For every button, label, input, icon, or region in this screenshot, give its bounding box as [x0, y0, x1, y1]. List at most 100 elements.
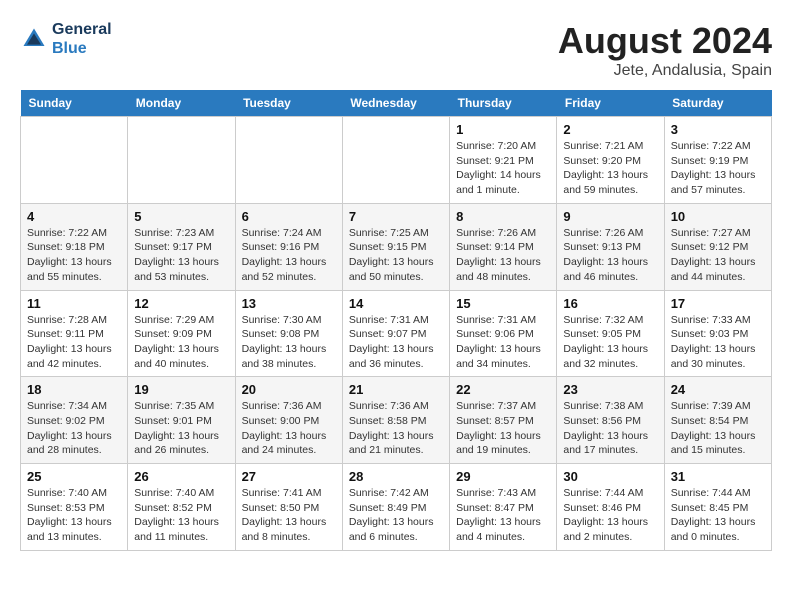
day-number: 25: [27, 469, 121, 484]
day-number: 20: [242, 382, 336, 397]
day-number: 3: [671, 122, 765, 137]
day-details: Sunrise: 7:44 AMSunset: 8:45 PMDaylight:…: [671, 486, 765, 545]
day-details: Sunrise: 7:22 AMSunset: 9:19 PMDaylight:…: [671, 139, 765, 198]
calendar-cell: 19 Sunrise: 7:35 AMSunset: 9:01 PMDayligh…: [128, 377, 235, 464]
day-number: 5: [134, 209, 228, 224]
day-number: 4: [27, 209, 121, 224]
day-details: Sunrise: 7:41 AMSunset: 8:50 PMDaylight:…: [242, 486, 336, 545]
logo-text: General Blue: [52, 20, 112, 58]
day-details: Sunrise: 7:31 AMSunset: 9:06 PMDaylight:…: [456, 313, 550, 372]
calendar-cell: [128, 117, 235, 204]
calendar-cell: 16 Sunrise: 7:32 AMSunset: 9:05 PMDayligh…: [557, 290, 664, 377]
calendar-cell: 9Sunrise: 7:26 AMSunset: 9:13 PMDaylight…: [557, 203, 664, 290]
calendar-cell: 26 Sunrise: 7:40 AMSunset: 8:52 PMDayligh…: [128, 464, 235, 551]
calendar-cell: 8 Sunrise: 7:26 AMSunset: 9:14 PMDaylight…: [450, 203, 557, 290]
day-details: Sunrise: 7:33 AMSunset: 9:03 PMDaylight:…: [671, 313, 765, 372]
day-details: Sunrise: 7:22 AMSunset: 9:18 PMDaylight:…: [27, 226, 121, 285]
day-number: 11: [27, 296, 121, 311]
day-number: 29: [456, 469, 550, 484]
calendar-cell: 14 Sunrise: 7:31 AMSunset: 9:07 PMDayligh…: [342, 290, 449, 377]
day-number: 15: [456, 296, 550, 311]
day-details: Sunrise: 7:38 AMSunset: 8:56 PMDaylight:…: [563, 399, 657, 458]
day-number: 28: [349, 469, 443, 484]
calendar-cell: 31Sunrise: 7:44 AMSunset: 8:45 PMDayligh…: [664, 464, 771, 551]
day-number: 7: [349, 209, 443, 224]
day-number: 13: [242, 296, 336, 311]
calendar-cell: 28 Sunrise: 7:42 AMSunset: 8:49 PMDayligh…: [342, 464, 449, 551]
calendar-cell: 12 Sunrise: 7:29 AMSunset: 9:09 PMDayligh…: [128, 290, 235, 377]
day-details: Sunrise: 7:23 AMSunset: 9:17 PMDaylight:…: [134, 226, 228, 285]
day-number: 6: [242, 209, 336, 224]
day-details: Sunrise: 7:27 AMSunset: 9:12 PMDaylight:…: [671, 226, 765, 285]
day-number: 8: [456, 209, 550, 224]
day-details: Sunrise: 7:43 AMSunset: 8:47 PMDaylight:…: [456, 486, 550, 545]
day-details: Sunrise: 7:40 AMSunset: 8:52 PMDaylight:…: [134, 486, 228, 545]
week-row-1: 1Sunrise: 7:20 AMSunset: 9:21 PMDaylight…: [21, 117, 772, 204]
calendar-cell: 25 Sunrise: 7:40 AMSunset: 8:53 PMDayligh…: [21, 464, 128, 551]
col-friday: Friday: [557, 90, 664, 117]
day-number: 27: [242, 469, 336, 484]
day-number: 26: [134, 469, 228, 484]
calendar-cell: 23 Sunrise: 7:38 AMSunset: 8:56 PMDayligh…: [557, 377, 664, 464]
day-number: 19: [134, 382, 228, 397]
calendar-cell: 30Sunrise: 7:44 AMSunset: 8:46 PMDayligh…: [557, 464, 664, 551]
day-number: 9: [563, 209, 657, 224]
header-row: Sunday Monday Tuesday Wednesday Thursday…: [21, 90, 772, 117]
day-details: Sunrise: 7:25 AMSunset: 9:15 PMDaylight:…: [349, 226, 443, 285]
calendar-title: August 2024: [558, 20, 772, 62]
week-row-4: 18 Sunrise: 7:34 AMSunset: 9:02 PMDayligh…: [21, 377, 772, 464]
calendar-cell: 27 Sunrise: 7:41 AMSunset: 8:50 PMDayligh…: [235, 464, 342, 551]
col-sunday: Sunday: [21, 90, 128, 117]
calendar-cell: 29 Sunrise: 7:43 AMSunset: 8:47 PMDayligh…: [450, 464, 557, 551]
day-details: Sunrise: 7:42 AMSunset: 8:49 PMDaylight:…: [349, 486, 443, 545]
col-wednesday: Wednesday: [342, 90, 449, 117]
week-row-2: 4 Sunrise: 7:22 AMSunset: 9:18 PMDaylight…: [21, 203, 772, 290]
calendar-cell: 22Sunrise: 7:37 AMSunset: 8:57 PMDayligh…: [450, 377, 557, 464]
day-details: Sunrise: 7:40 AMSunset: 8:53 PMDaylight:…: [27, 486, 121, 545]
day-number: 2: [563, 122, 657, 137]
day-number: 10: [671, 209, 765, 224]
calendar-cell: 24Sunrise: 7:39 AMSunset: 8:54 PMDayligh…: [664, 377, 771, 464]
calendar-cell: [235, 117, 342, 204]
calendar-cell: 5 Sunrise: 7:23 AMSunset: 9:17 PMDaylight…: [128, 203, 235, 290]
calendar-cell: 7 Sunrise: 7:25 AMSunset: 9:15 PMDaylight…: [342, 203, 449, 290]
title-area: August 2024 Jete, Andalusia, Spain: [558, 20, 772, 80]
day-details: Sunrise: 7:21 AMSunset: 9:20 PMDaylight:…: [563, 139, 657, 198]
day-details: Sunrise: 7:29 AMSunset: 9:09 PMDaylight:…: [134, 313, 228, 372]
col-monday: Monday: [128, 90, 235, 117]
day-details: Sunrise: 7:31 AMSunset: 9:07 PMDaylight:…: [349, 313, 443, 372]
day-number: 14: [349, 296, 443, 311]
day-number: 12: [134, 296, 228, 311]
calendar-cell: 18 Sunrise: 7:34 AMSunset: 9:02 PMDayligh…: [21, 377, 128, 464]
calendar-cell: 13 Sunrise: 7:30 AMSunset: 9:08 PMDayligh…: [235, 290, 342, 377]
day-number: 16: [563, 296, 657, 311]
day-details: Sunrise: 7:32 AMSunset: 9:05 PMDaylight:…: [563, 313, 657, 372]
day-number: 18: [27, 382, 121, 397]
day-details: Sunrise: 7:30 AMSunset: 9:08 PMDaylight:…: [242, 313, 336, 372]
page-header: General Blue August 2024 Jete, Andalusia…: [20, 20, 772, 80]
col-tuesday: Tuesday: [235, 90, 342, 117]
day-details: Sunrise: 7:26 AMSunset: 9:14 PMDaylight:…: [456, 226, 550, 285]
calendar-table: Sunday Monday Tuesday Wednesday Thursday…: [20, 90, 772, 551]
day-number: 17: [671, 296, 765, 311]
col-saturday: Saturday: [664, 90, 771, 117]
logo: General Blue: [20, 20, 112, 58]
calendar-cell: 17 Sunrise: 7:33 AMSunset: 9:03 PMDayligh…: [664, 290, 771, 377]
col-thursday: Thursday: [450, 90, 557, 117]
calendar-cell: [21, 117, 128, 204]
calendar-cell: 3 Sunrise: 7:22 AMSunset: 9:19 PMDaylight…: [664, 117, 771, 204]
week-row-3: 11Sunrise: 7:28 AMSunset: 9:11 PMDayligh…: [21, 290, 772, 377]
calendar-cell: 20Sunrise: 7:36 AMSunset: 9:00 PMDayligh…: [235, 377, 342, 464]
calendar-subtitle: Jete, Andalusia, Spain: [558, 62, 772, 80]
day-details: Sunrise: 7:39 AMSunset: 8:54 PMDaylight:…: [671, 399, 765, 458]
day-details: Sunrise: 7:34 AMSunset: 9:02 PMDaylight:…: [27, 399, 121, 458]
day-number: 23: [563, 382, 657, 397]
day-number: 21: [349, 382, 443, 397]
week-row-5: 25 Sunrise: 7:40 AMSunset: 8:53 PMDayligh…: [21, 464, 772, 551]
calendar-cell: [342, 117, 449, 204]
calendar-cell: 2 Sunrise: 7:21 AMSunset: 9:20 PMDaylight…: [557, 117, 664, 204]
day-details: Sunrise: 7:37 AMSunset: 8:57 PMDaylight:…: [456, 399, 550, 458]
day-number: 30: [563, 469, 657, 484]
calendar-cell: 15 Sunrise: 7:31 AMSunset: 9:06 PMDayligh…: [450, 290, 557, 377]
day-details: Sunrise: 7:35 AMSunset: 9:01 PMDaylight:…: [134, 399, 228, 458]
